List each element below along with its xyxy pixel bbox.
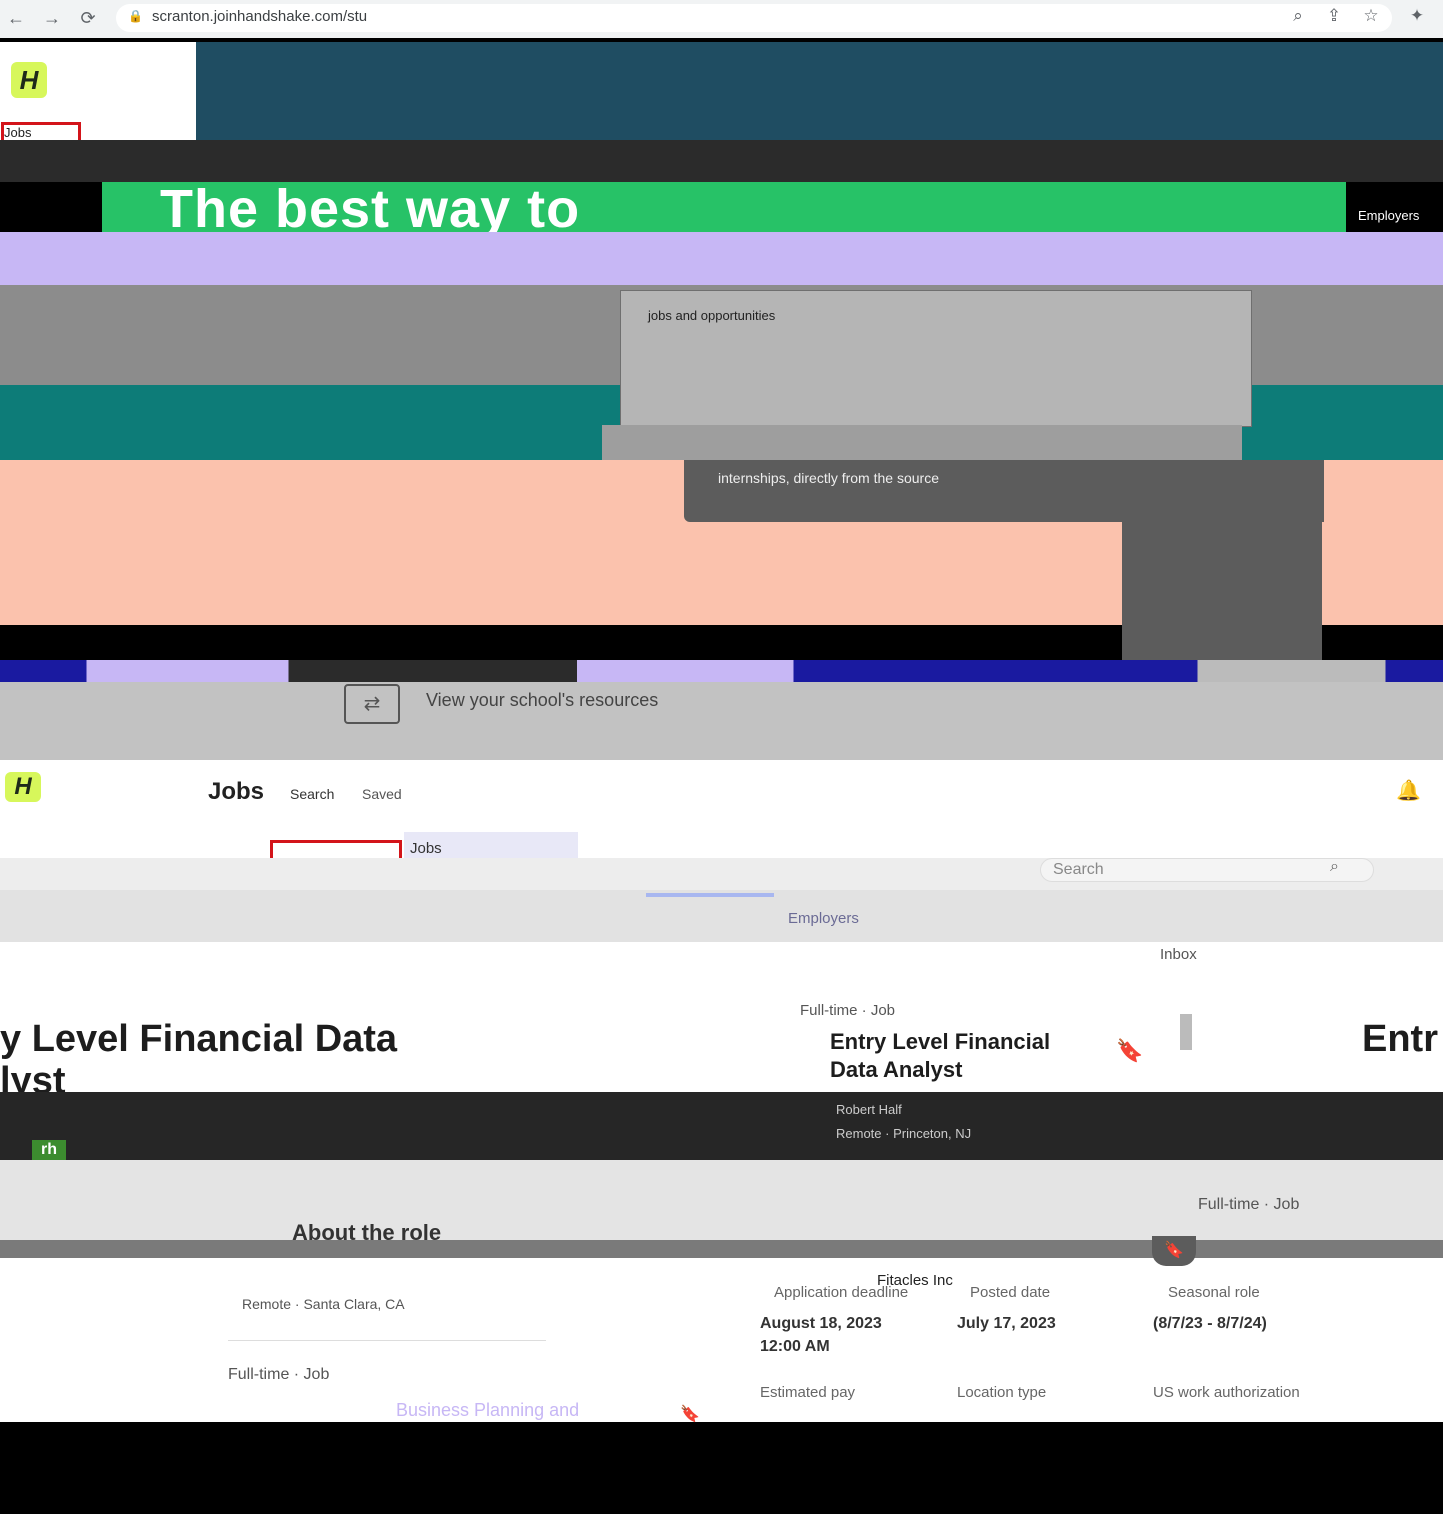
company-name: Robert Half [836,1102,902,1117]
value-posted-date: July 17, 2023 [957,1315,1056,1332]
glitch-strip [0,660,1443,682]
tab-saved[interactable]: Saved [362,786,402,802]
label-seasonal-role: Seasonal role [1168,1284,1260,1301]
label-application-deadline: Application deadline [774,1284,909,1301]
tab-search[interactable]: Search [290,786,334,802]
scrollbar[interactable] [1180,1014,1192,1050]
job-location-2: Remote · Santa Clara, CA [242,1296,405,1312]
job-location: Remote · Princeton, NJ [836,1126,972,1141]
extension-icon[interactable]: ✦ [1406,6,1428,26]
label-estimated-pay: Estimated pay [760,1384,856,1401]
hero-banner [196,42,1443,142]
dark-card-tail [1122,520,1322,662]
value-application-deadline: August 18, 2023 12:00 AM [760,1315,882,1355]
dark-band [0,140,1443,182]
reload-icon[interactable]: ⟳ [76,6,100,30]
resources-bar [0,682,1443,760]
page-title: Jobs [208,778,265,805]
job-card-title[interactable]: Entry Level Financial Data Analyst [830,1028,1090,1084]
bookmark-icon[interactable]: 🔖 [1116,1038,1143,1064]
employers-menu-item[interactable]: Employers [788,910,859,927]
active-underline [646,893,774,897]
bell-icon[interactable]: 🔔 [1396,778,1421,803]
label-work-authorization: US work authorization [1153,1384,1300,1401]
back-icon[interactable]: ← [4,6,28,30]
job-title-large: y Level Financial Data [0,1018,398,1060]
resources-link[interactable]: View your school's resources [426,690,658,711]
dark-band-2 [0,1092,1443,1160]
grey-stripe [0,1240,1443,1258]
employers-link[interactable]: Employers [1358,208,1419,223]
lavender-band [0,232,1443,292]
bookmark-icon-3[interactable]: 🔖 [680,1404,700,1424]
grey-row [0,890,1443,942]
zoom-icon[interactable]: ⌕ [1287,6,1309,26]
handshake-logo[interactable]: H [11,62,47,98]
inbox-menu-item[interactable]: Inbox [1160,946,1197,963]
bookmark-icon-2[interactable]: 🔖 [1152,1236,1196,1266]
card-strip [602,425,1242,460]
search-input[interactable]: Search [1040,858,1374,882]
url-text[interactable]: scranton.joinhandshake.com/stu [152,8,367,25]
handshake-logo-2[interactable]: H [5,772,41,802]
divider [228,1340,546,1341]
lock-icon: 🔒 [128,9,143,23]
company-logo: rh [32,1140,66,1160]
job-type-label-2: Full-time · Job [1198,1196,1300,1213]
label-location-type: Location type [957,1384,1047,1401]
hero-headline: The best way to [160,179,581,239]
label-posted-date: Posted date [970,1284,1051,1301]
jobs-dropdown-label[interactable]: Jobs [410,840,442,857]
job-type-label-3: Full-time · Job [228,1366,330,1383]
job-title-right: Entr [1362,1018,1438,1060]
search-icon[interactable]: ⌕ [1330,858,1339,876]
share-icon[interactable]: ⇪ [1323,6,1345,26]
value-seasonal-role: (8/7/23 - 8/7/24) [1153,1315,1267,1332]
resources-icon[interactable]: ⇄ [344,684,400,724]
job-title-business[interactable]: Business Planning and [396,1400,579,1421]
job-type-label: Full-time · Job [800,1002,896,1019]
internships-text: internships, directly from the source [718,470,939,486]
card-text: jobs and opportunities [648,308,776,323]
forward-icon[interactable]: → [40,6,64,30]
star-icon[interactable]: ☆ [1360,6,1382,26]
